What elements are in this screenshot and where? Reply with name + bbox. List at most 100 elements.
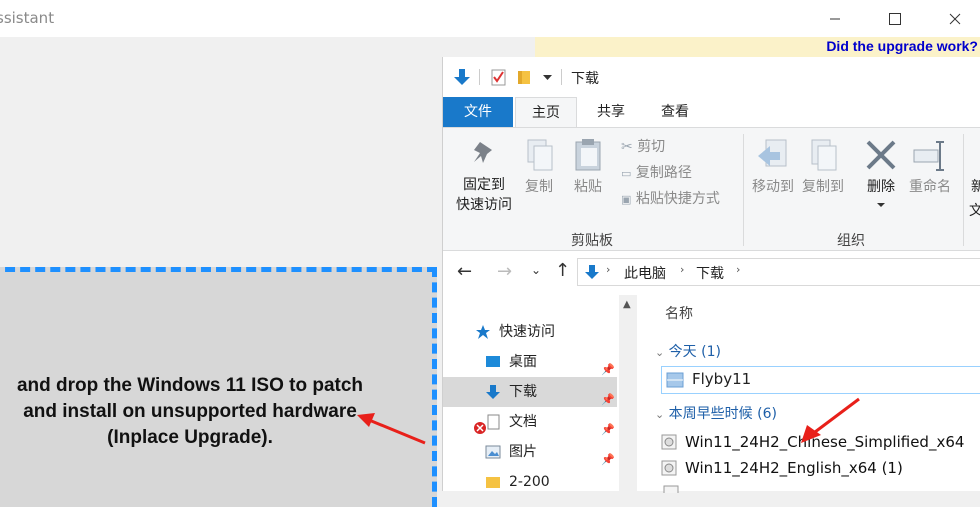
document-icon [487, 414, 500, 430]
nav-label: 下载 [509, 384, 537, 400]
organize-group-label: 组织 [837, 233, 865, 249]
up-arrow-icon[interactable]: ↑ [555, 260, 570, 281]
list-item[interactable]: Flyby11 [661, 366, 980, 394]
drop-text-line: and drop the Windows 11 ISO to patch [16, 375, 364, 396]
paste-label: 粘贴 [574, 179, 602, 195]
breadcrumb-this-pc[interactable]: 此电脑 [624, 263, 666, 283]
upgrade-help-link[interactable]: Did the upgrade work? [826, 38, 978, 54]
copy-path-button[interactable]: ▭ 复制路径 [621, 162, 692, 182]
back-arrow-icon[interactable]: ← [457, 261, 472, 282]
move-to-icon [758, 139, 787, 167]
customize-dropdown-icon[interactable] [543, 75, 552, 81]
delete-dropdown-icon[interactable] [877, 203, 885, 208]
group-header-today[interactable]: ⌄ 今天 (1) [655, 341, 721, 361]
download-folder-icon [585, 265, 599, 279]
collapse-chevron-icon: ⌄ [655, 408, 665, 421]
nav-label: 2-200 [509, 474, 550, 490]
breadcrumb-separator-icon: › [736, 263, 741, 276]
group-header-earlier-this-week[interactable]: ⌄ 本周早些时候 (6) [655, 403, 777, 423]
download-icon [486, 385, 500, 399]
ribbon-tabs: 文件 主页 共享 查看 [443, 97, 980, 127]
copy-to-button[interactable]: 复制到 [799, 138, 847, 196]
nav-item-folder-2-200[interactable]: 2-200 [443, 467, 617, 497]
copy-path-label: 复制路径 [635, 165, 692, 181]
nav-pane-scrollbar[interactable]: ▲ [619, 295, 637, 491]
partial-file-icon [663, 485, 679, 493]
pin-label-2: 快速访问 [456, 197, 512, 213]
nav-label: 快速访问 [499, 324, 555, 340]
maximize-button[interactable] [872, 0, 918, 37]
tab-file[interactable]: 文件 [443, 97, 513, 127]
minimize-button[interactable] [812, 0, 858, 37]
group-header-label: 本周早些时候 (6) [668, 406, 777, 422]
nav-item-desktop[interactable]: 桌面 📌 [443, 347, 617, 377]
copy-to-icon [811, 139, 837, 171]
drop-text-line: and install on unsupported hardware [23, 401, 357, 422]
window-title: 下载 [571, 71, 599, 87]
download-arrow-icon[interactable] [453, 68, 471, 86]
new-item-label-partial[interactable]: 新 [971, 176, 980, 196]
paste-shortcut-button[interactable]: ▣ 粘贴快捷方式 [621, 188, 720, 208]
nav-label: 桌面 [509, 354, 537, 370]
address-bar[interactable]: › 此电脑 › 下载 › [577, 258, 980, 286]
paste-button[interactable]: 粘贴 [567, 138, 609, 196]
copy-path-icon: ▭ [621, 167, 632, 180]
pin-icon [474, 142, 492, 163]
scroll-up-icon[interactable]: ▲ [623, 299, 631, 310]
new-item-label-partial-2: 文 [969, 203, 980, 219]
column-header-name[interactable]: 名称 [665, 303, 693, 323]
delete-label: 删除 [867, 179, 895, 195]
tab-home[interactable]: 主页 [515, 97, 577, 127]
tab-share[interactable]: 共享 [583, 97, 639, 127]
maximize-icon [889, 12, 901, 25]
clipboard-group-label: 剪贴板 [571, 233, 613, 249]
red-arrow-annotation [357, 413, 426, 445]
move-to-label: 移动到 [752, 179, 794, 195]
new-folder-icon[interactable] [517, 69, 531, 85]
disc-image-icon [661, 460, 677, 476]
quick-access-toolbar: 下载 [443, 57, 980, 97]
drop-zone-instructions: and drop the Windows 11 ISO to patch and… [0, 373, 380, 451]
copy-icon [527, 139, 553, 171]
star-icon [476, 325, 490, 339]
cut-button[interactable]: ✂ 剪切 [621, 136, 665, 156]
copy-button[interactable]: 复制 [517, 138, 561, 196]
paste-shortcut-icon: ▣ [621, 193, 632, 206]
move-to-button[interactable]: 移动到 [749, 138, 797, 196]
paste-icon [575, 139, 601, 171]
error-badge-icon [474, 422, 486, 434]
delete-button[interactable]: 删除 [859, 138, 903, 212]
cut-label: 剪切 [637, 139, 666, 155]
red-arrow-annotation [801, 397, 860, 443]
nav-item-quick-access[interactable]: 快速访问 [443, 317, 617, 347]
close-button[interactable] [932, 0, 978, 37]
close-icon [949, 13, 961, 24]
pin-to-quick-access-button[interactable]: 固定到 快速访问 [451, 138, 517, 214]
navigation-pane: 快速访问 桌面 📌 下载 📌 文档 📌 图片 📌 2-200 [443, 295, 637, 491]
properties-icon[interactable] [491, 68, 507, 86]
file-name: Flyby11 [692, 370, 752, 388]
application-icon [666, 372, 684, 388]
ribbon-separator [743, 134, 744, 246]
tab-view[interactable]: 查看 [647, 97, 703, 127]
rename-label: 重命名 [909, 179, 951, 195]
copy-label: 复制 [525, 179, 553, 195]
list-item[interactable]: Win11_24H2_English_x64 (1) [661, 455, 903, 481]
breadcrumb-separator-icon: › [606, 263, 611, 276]
nav-item-downloads[interactable]: 下载 📌 [443, 377, 617, 407]
nav-label: 文档 [509, 414, 537, 430]
rename-button[interactable]: 重命名 [905, 138, 955, 196]
breadcrumb-separator-icon: › [680, 263, 685, 276]
paste-shortcut-label: 粘贴快捷方式 [635, 191, 720, 207]
breadcrumb-downloads[interactable]: 下载 [696, 263, 724, 283]
ribbon-panel: 固定到 快速访问 复制 粘贴 ✂ 剪切 ▭ 复制路径 ▣ 粘贴快捷方式 剪贴板 [443, 127, 980, 251]
copy-to-label: 复制到 [802, 179, 844, 195]
minimize-icon [830, 18, 840, 19]
nav-item-documents[interactable]: 文档 📌 [443, 407, 617, 437]
recent-locations-chevron-icon[interactable]: ⌄ [531, 263, 541, 277]
drop-text-line: (Inplace Upgrade). [107, 427, 273, 448]
forward-arrow-icon[interactable]: → [497, 261, 512, 282]
rename-icon [913, 141, 944, 171]
group-header-label: 今天 (1) [668, 344, 721, 360]
nav-item-pictures[interactable]: 图片 📌 [443, 437, 617, 467]
